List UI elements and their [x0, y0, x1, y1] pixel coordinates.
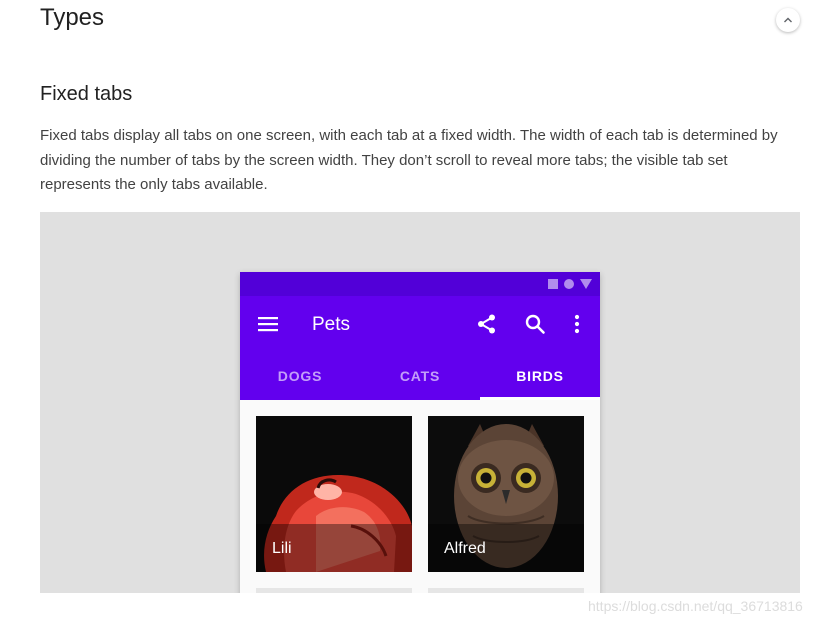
tab-cats[interactable]: CATS: [360, 352, 480, 400]
card-alfred[interactable]: Alfred: [428, 416, 584, 572]
card-lili[interactable]: Lili: [256, 416, 412, 572]
tab-birds[interactable]: BIRDS: [480, 352, 600, 400]
app-bar: Pets: [240, 296, 600, 352]
square-status-icon: [548, 279, 558, 289]
active-tab-indicator: [480, 397, 600, 400]
triangle-status-icon: [580, 279, 592, 289]
hamburger-menu-icon[interactable]: [258, 316, 278, 332]
section-title: Types: [40, 4, 105, 31]
subsection-title: Fixed tabs: [40, 83, 133, 105]
circle-status-icon: [564, 279, 574, 289]
watermark: https://blog.csdn.net/qq_36713816: [588, 598, 803, 614]
app-title: Pets: [312, 314, 351, 335]
share-icon[interactable]: [476, 313, 498, 335]
card-stub: [428, 588, 584, 593]
chevron-up-icon: [784, 17, 792, 23]
status-bar: [240, 272, 600, 296]
demo-panel: Pets DOGS CATS BIRDS Lili Alfred: [40, 212, 800, 593]
phone-mockup: Pets DOGS CATS BIRDS Lili Alfred: [240, 272, 600, 593]
card-label-lili: Lili: [272, 540, 292, 557]
card-stub: [256, 588, 412, 593]
card-label-alfred: Alfred: [444, 540, 486, 557]
tab-dogs[interactable]: DOGS: [240, 352, 360, 400]
tab-bar: DOGS CATS BIRDS: [240, 352, 600, 400]
search-icon[interactable]: [524, 313, 546, 335]
subsection-description: Fixed tabs display all tabs on one scree…: [40, 127, 778, 193]
more-vert-icon[interactable]: [566, 313, 588, 335]
collapse-button[interactable]: [776, 8, 800, 32]
